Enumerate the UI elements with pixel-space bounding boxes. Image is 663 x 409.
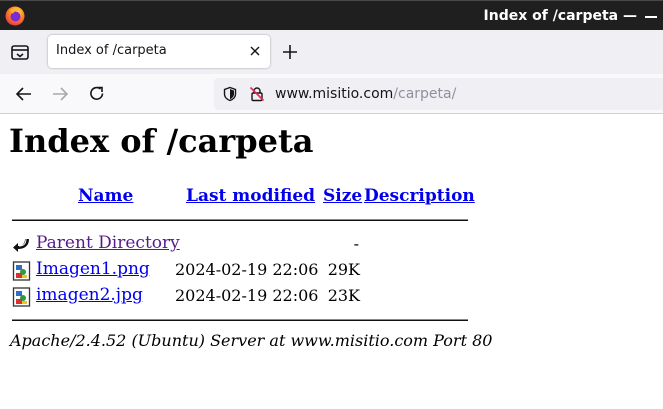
table-row: Parent Directory - — [0, 233, 663, 257]
window-titlebar: Index of /carpeta — — [0, 0, 663, 30]
minimize-icon[interactable] — [645, 16, 657, 18]
new-tab-icon[interactable] — [281, 43, 299, 61]
reload-icon[interactable] — [87, 84, 107, 104]
file-modified-date: 2024-02-19 22:06 — [175, 286, 319, 305]
forward-arrow-icon[interactable] — [50, 84, 70, 104]
url-bar[interactable]: www.misitio.com/carpeta/ — [214, 78, 663, 110]
page-title: Index of /carpeta — [9, 122, 314, 160]
file-link[interactable]: Imagen1.png — [36, 259, 150, 279]
insecure-lock-icon[interactable] — [249, 86, 265, 102]
file-link[interactable]: imagen2.jpg — [36, 285, 143, 305]
divider — [12, 319, 468, 321]
window-title: Index of /carpeta — — [483, 8, 637, 24]
file-modified-date: 2024-02-19 22:06 — [175, 260, 319, 279]
image-file-icon — [12, 261, 31, 281]
table-row: imagen2.jpg 2024-02-19 22:06 23K — [0, 285, 663, 309]
column-header-last-modified[interactable]: Last modified — [186, 186, 315, 206]
url-host: www.misitio.com — [275, 86, 394, 102]
back-arrow-icon — [13, 238, 29, 252]
firefox-logo-icon — [5, 6, 25, 26]
column-header-size[interactable]: Size — [323, 186, 362, 206]
parent-directory-link[interactable]: Parent Directory — [36, 233, 180, 253]
file-size: 23K — [327, 286, 360, 305]
column-header-description[interactable]: Description — [364, 186, 475, 206]
tracking-protection-shield-icon[interactable] — [222, 86, 238, 102]
url-path: /carpeta/ — [393, 86, 457, 102]
file-size: 29K — [327, 260, 360, 279]
page-content: Index of /carpeta Name Last modified Siz… — [0, 115, 663, 409]
url-text[interactable]: www.misitio.com/carpeta/ — [275, 86, 456, 102]
tab-active[interactable]: Index of /carpeta — [48, 35, 270, 68]
tab-label: Index of /carpeta — [56, 43, 167, 58]
navigation-toolbar: www.misitio.com/carpeta/ — [0, 74, 663, 114]
column-header-name[interactable]: Name — [78, 186, 133, 206]
tab-strip: Index of /carpeta — [0, 30, 663, 74]
image-file-icon — [12, 287, 31, 307]
divider — [12, 219, 468, 221]
server-signature: Apache/2.4.52 (Ubuntu) Server at www.mis… — [10, 331, 493, 350]
file-size: - — [353, 234, 359, 253]
back-arrow-icon[interactable] — [14, 84, 34, 104]
tab-overview-icon[interactable] — [8, 40, 32, 64]
table-row: Imagen1.png 2024-02-19 22:06 29K — [0, 259, 663, 283]
close-icon[interactable] — [248, 44, 262, 58]
